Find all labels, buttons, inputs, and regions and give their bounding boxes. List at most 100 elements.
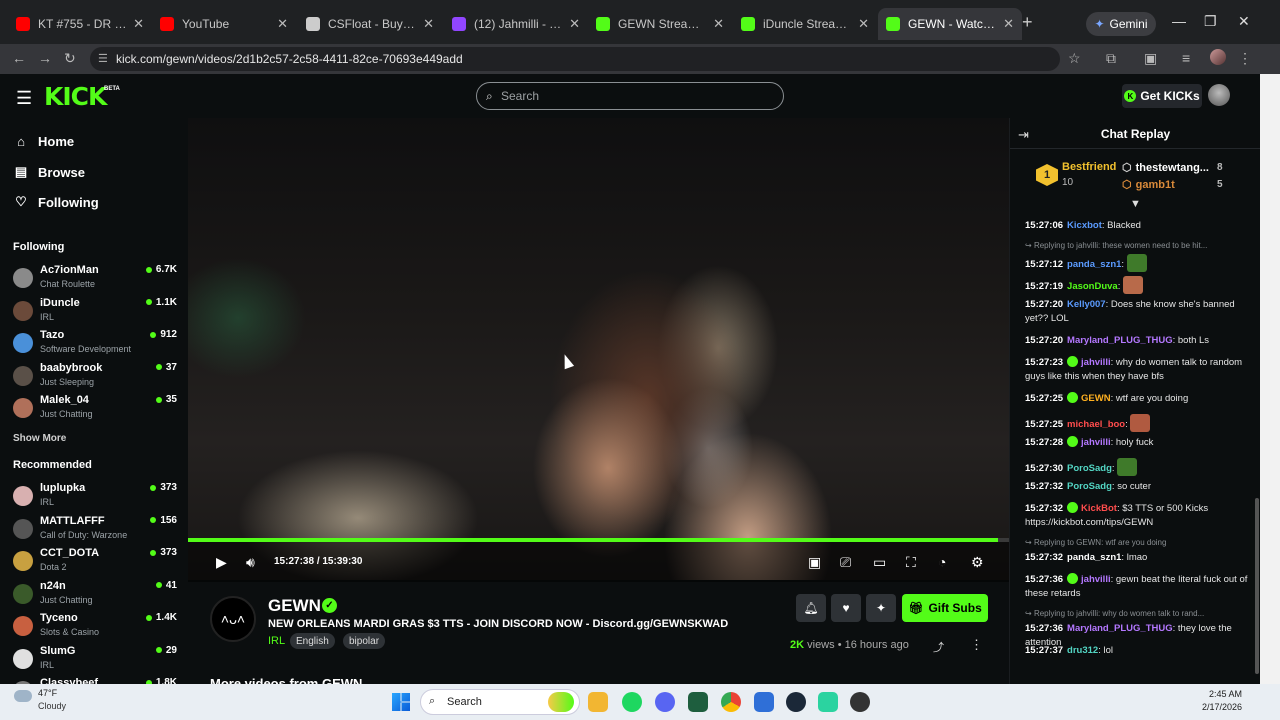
gemini-button[interactable]: ✦ Gemini xyxy=(1086,12,1156,36)
share-icon[interactable]: ⤴ xyxy=(933,639,944,655)
extensions-icon[interactable]: ⧉ xyxy=(1106,50,1116,67)
leaderboard-first-name[interactable]: Bestfriend xyxy=(1062,161,1116,173)
miniplayer-icon[interactable]: ▣ xyxy=(808,554,821,571)
more-options-icon[interactable]: ⋮ xyxy=(970,637,983,653)
file-explorer-icon[interactable] xyxy=(588,692,608,712)
close-tab-icon[interactable]: ✕ xyxy=(569,16,580,32)
discord-icon[interactable] xyxy=(655,692,675,712)
widget-icon[interactable] xyxy=(548,692,574,712)
url-bar[interactable]: ☰ kick.com/gewn/videos/2d1b2c57-2c58-441… xyxy=(90,47,1060,71)
sidebar-channel[interactable]: luplupka IRL 373 xyxy=(13,482,177,512)
steam-icon[interactable] xyxy=(786,692,806,712)
close-tab-icon[interactable]: ✕ xyxy=(133,16,144,32)
user-avatar[interactable] xyxy=(1208,84,1230,106)
chat-username[interactable]: Kelly007 xyxy=(1067,299,1106,310)
weather-condition[interactable]: Cloudy xyxy=(38,701,66,711)
chrome-icon[interactable] xyxy=(721,692,741,712)
bookmark-star-icon[interactable]: ☆ xyxy=(1068,50,1081,67)
reload-icon[interactable]: ↻ xyxy=(64,50,76,67)
weather-temperature[interactable]: 47°F xyxy=(38,688,57,698)
settings-gear-icon[interactable]: ⚙ xyxy=(971,554,984,571)
channel-avatar[interactable]: ˄ᴗ˄ xyxy=(210,596,256,642)
browser-tab[interactable]: GEWN - Watch the VOD ✕ xyxy=(878,8,1022,40)
chat-username[interactable]: KickBot xyxy=(1081,503,1117,514)
browser-tab[interactable]: GEWN Stream - Watch ✕ xyxy=(588,8,732,40)
page-scrollbar-track[interactable] xyxy=(1260,74,1280,684)
sidebar-channel[interactable]: Ac7ionMan Chat Roulette 6.7K xyxy=(13,264,177,294)
playback-speed-icon[interactable]: ◔ xyxy=(938,554,946,570)
mail-icon[interactable] xyxy=(754,692,774,712)
tag-bipolar[interactable]: bipolar xyxy=(343,633,386,649)
play-icon[interactable]: ▶ xyxy=(216,554,227,571)
chat-username[interactable]: panda_szn1 xyxy=(1067,552,1121,563)
chat-username[interactable]: GEWN xyxy=(1081,393,1111,404)
chat-username[interactable]: PoroSadg xyxy=(1067,481,1112,492)
clock-time[interactable]: 2:45 AM xyxy=(1209,689,1242,699)
browser-tab[interactable]: KT #755 - DR PHIL (AD ✕ xyxy=(8,8,152,40)
sidebar-channel[interactable]: Malek_04 Just Chatting 35 xyxy=(13,394,177,424)
spotify-icon[interactable] xyxy=(622,692,642,712)
channel-name[interactable]: GEWN xyxy=(268,596,321,616)
browser-tab[interactable]: (12) Jahmilli - Twitch ✕ xyxy=(444,8,588,40)
sidebar-channel[interactable]: CCT_DOTA Dota 2 373 xyxy=(13,547,177,577)
video-player[interactable] xyxy=(188,118,1009,580)
theater-mode-icon[interactable]: ▭ xyxy=(873,554,886,571)
search-input[interactable]: ⌕ Search xyxy=(476,82,784,110)
maximize-button[interactable]: ❐ xyxy=(1204,13,1217,30)
site-info-icon[interactable]: ☰ xyxy=(98,52,108,65)
sidebar-channel[interactable]: Classybeef 1.8K xyxy=(13,677,177,684)
chat-username[interactable]: dru312 xyxy=(1067,645,1098,656)
back-icon[interactable]: ← xyxy=(12,50,26,66)
close-window-button[interactable]: ✕ xyxy=(1238,13,1250,30)
sidebar-channel[interactable]: Tazo Software Development 912 xyxy=(13,329,177,359)
browser-tab[interactable]: YouTube ✕ xyxy=(152,8,296,40)
close-tab-icon[interactable]: ✕ xyxy=(277,16,288,32)
stream-category[interactable]: IRL xyxy=(268,635,285,647)
cloud-icon[interactable] xyxy=(14,690,32,702)
windows-start-icon[interactable] xyxy=(392,693,410,711)
chat-username[interactable]: Kicxbot xyxy=(1067,220,1102,231)
sidebar-channel[interactable]: baabybrook Just Sleeping 37 xyxy=(13,362,177,392)
close-tab-icon[interactable]: ✕ xyxy=(1003,16,1014,32)
browser-tab[interactable]: iDuncle Stream - Watch ✕ xyxy=(733,8,877,40)
chat-username[interactable]: Maryland_PLUG_THUG xyxy=(1067,335,1173,346)
chat-username[interactable]: jahvilli xyxy=(1081,574,1111,585)
close-tab-icon[interactable]: ✕ xyxy=(423,16,434,32)
media-control-icon[interactable]: ≡ xyxy=(1182,50,1190,66)
forward-icon[interactable]: → xyxy=(38,50,52,66)
tab-search-icon[interactable]: ▣ xyxy=(1144,50,1157,67)
clock-date[interactable]: 2/17/2026 xyxy=(1202,702,1242,712)
chat-username[interactable]: PoroSadg xyxy=(1067,463,1112,474)
leaderboard-entry[interactable]: ⬡ thestewtang... 8 xyxy=(1122,161,1223,175)
browser-profile-avatar[interactable] xyxy=(1210,49,1226,65)
minimize-button[interactable]: — xyxy=(1172,13,1186,29)
sidebar-channel[interactable]: Tyceno Slots & Casino 1.4K xyxy=(13,612,177,642)
show-more-link[interactable]: Show More xyxy=(13,433,66,444)
clip-icon[interactable]: ⎚ xyxy=(840,554,851,571)
sidebar-channel[interactable]: SlumG IRL 29 xyxy=(13,645,177,675)
chat-username[interactable]: JasonDuva xyxy=(1067,281,1118,292)
chat-username[interactable]: jahvilli xyxy=(1081,437,1111,448)
follow-heart-button[interactable]: ♥ xyxy=(831,594,861,622)
nav-browse[interactable]: ▤ Browse xyxy=(14,164,85,180)
fullscreen-icon[interactable]: ⛶ xyxy=(906,554,916,571)
get-kicks-button[interactable]: K Get KICKs xyxy=(1122,84,1202,108)
app-icon[interactable] xyxy=(818,692,838,712)
menu-icon[interactable]: ☰ xyxy=(16,88,32,109)
kicks-sparkle-button[interactable]: ✦ xyxy=(866,594,896,622)
volume-icon[interactable]: 🔊︎ xyxy=(246,554,255,571)
sidebar-channel[interactable]: MATTLAFFF Call of Duty: Warzone 156 xyxy=(13,515,177,545)
kick-logo[interactable]: KICK xyxy=(44,82,107,111)
leaderboard-entry[interactable]: ⬡ gamb1t 5 xyxy=(1122,178,1223,192)
gift-subs-button[interactable]: 🎁︎ Gift Subs xyxy=(902,594,988,622)
tag-english[interactable]: English xyxy=(290,633,335,649)
sidebar-channel[interactable]: iDuncle IRL 1.1K xyxy=(13,297,177,327)
terminal-icon[interactable] xyxy=(688,692,708,712)
close-tab-icon[interactable]: ✕ xyxy=(713,16,724,32)
close-tab-icon[interactable]: ✕ xyxy=(858,16,869,32)
nav-home[interactable]: ⌂ Home xyxy=(14,134,74,149)
expand-leaderboard-icon[interactable]: ▼ xyxy=(1130,198,1141,210)
chat-username[interactable]: panda_szn1 xyxy=(1067,259,1121,270)
sidebar-channel[interactable]: n24n Just Chatting 41 xyxy=(13,580,177,610)
browser-tab[interactable]: CSFloat - Buy & Sell CS ✕ xyxy=(298,8,442,40)
